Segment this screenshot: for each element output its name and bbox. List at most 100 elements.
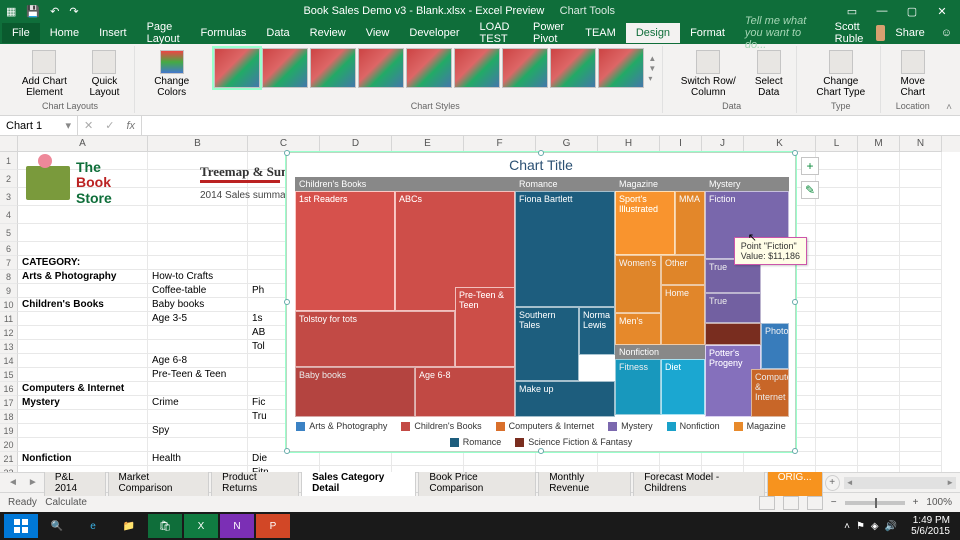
move-chart-button[interactable]: Move Chart [891, 48, 934, 100]
legend-item[interactable]: Mystery [608, 421, 653, 431]
cell[interactable] [900, 382, 942, 396]
cell[interactable] [900, 270, 942, 284]
treemap-block[interactable]: Tolstoy for tots [295, 311, 455, 367]
treemap-block[interactable]: Pre-Teen & Teen [455, 287, 515, 367]
select-data-button[interactable]: Select Data [747, 48, 790, 100]
cell[interactable] [536, 452, 598, 466]
normal-view-button[interactable] [759, 496, 775, 510]
ribbon-options-icon[interactable]: ▭ [840, 5, 864, 18]
cell[interactable]: Children's Books [18, 298, 148, 312]
cell[interactable] [536, 466, 598, 472]
cell[interactable] [148, 326, 248, 340]
cell[interactable] [900, 466, 942, 472]
col-header[interactable]: K [744, 136, 816, 152]
col-header[interactable]: N [900, 136, 942, 152]
tab-developer[interactable]: Developer [399, 23, 469, 43]
taskbar-search-icon[interactable]: 🔍 [40, 514, 74, 538]
treemap-block[interactable]: Fitness [615, 359, 661, 415]
col-header[interactable]: I [660, 136, 702, 152]
share-button[interactable]: Share [885, 23, 934, 43]
chart-style-4[interactable] [358, 48, 404, 88]
col-header[interactable]: F [464, 136, 536, 152]
cell[interactable] [816, 424, 858, 438]
treemap-block[interactable]: Women's [615, 255, 661, 313]
cell[interactable]: CATEGORY: [18, 256, 148, 270]
tab-home[interactable]: Home [40, 23, 89, 43]
cell[interactable] [816, 284, 858, 298]
table-row[interactable]: 22Fitn [0, 466, 960, 472]
cell[interactable]: Nonfiction [18, 452, 148, 466]
cell[interactable] [18, 284, 148, 298]
cell[interactable] [858, 326, 900, 340]
treemap-block[interactable]: Fiona Bartlett [515, 191, 615, 307]
cell[interactable] [900, 312, 942, 326]
cell[interactable] [816, 242, 858, 256]
quick-redo-icon[interactable]: ↷ [69, 5, 78, 18]
cell[interactable] [858, 466, 900, 472]
collapse-ribbon-icon[interactable]: ˄ [944, 46, 954, 113]
cell[interactable] [148, 382, 248, 396]
cell[interactable] [816, 354, 858, 368]
sheet-tab[interactable]: Forecast Model - Childrens [633, 469, 765, 496]
cell[interactable]: Crime [148, 396, 248, 410]
cell[interactable] [148, 340, 248, 354]
taskbar-store-icon[interactable]: 🛍 [148, 514, 182, 538]
cell[interactable] [816, 256, 858, 270]
cell[interactable]: Die [248, 452, 320, 466]
taskbar-ie-icon[interactable]: e [76, 514, 110, 538]
tab-view[interactable]: View [356, 23, 400, 43]
cell[interactable] [816, 340, 858, 354]
cell[interactable] [900, 438, 942, 452]
cell[interactable] [900, 340, 942, 354]
cell[interactable] [900, 298, 942, 312]
tab-team[interactable]: TEAM [575, 23, 626, 43]
cell[interactable] [18, 354, 148, 368]
cell[interactable] [858, 242, 900, 256]
cell[interactable] [858, 368, 900, 382]
col-header[interactable]: A [18, 136, 148, 152]
cell[interactable] [148, 410, 248, 424]
legend-item[interactable]: Computers & Internet [496, 421, 595, 431]
worksheet-grid[interactable]: A B C D E F G H I J K L M N 1234567CATEG… [0, 136, 960, 472]
cell[interactable] [816, 382, 858, 396]
cell[interactable] [392, 466, 464, 472]
cell[interactable] [858, 382, 900, 396]
cell[interactable] [858, 452, 900, 466]
new-sheet-button[interactable]: + [825, 475, 840, 491]
treemap-block[interactable]: Diet [661, 359, 705, 415]
treemap-plot-area[interactable]: Children's Books1st ReadersABCsTolstoy f… [295, 177, 787, 417]
cell[interactable] [900, 242, 942, 256]
start-button[interactable] [4, 514, 38, 538]
cell[interactable]: Health [148, 452, 248, 466]
name-box[interactable]: Chart 1 ▾ [0, 116, 78, 135]
col-header[interactable]: J [702, 136, 744, 152]
cell[interactable]: Coffee-table [148, 284, 248, 298]
tab-formulas[interactable]: Formulas [191, 23, 257, 43]
tab-file[interactable]: File [2, 23, 40, 43]
cell[interactable]: Arts & Photography [18, 270, 148, 284]
treemap-block[interactable]: Other [661, 255, 705, 285]
treemap-group-header[interactable]: Mystery [705, 177, 789, 191]
cell[interactable] [320, 466, 392, 472]
styles-down-icon[interactable]: ▼ [648, 64, 656, 73]
tab-format[interactable]: Format [680, 23, 735, 43]
cell[interactable] [858, 284, 900, 298]
formula-input[interactable] [141, 116, 960, 135]
cell[interactable] [148, 438, 248, 452]
treemap-block[interactable]: True [705, 293, 761, 323]
legend-item[interactable]: Children's Books [401, 421, 481, 431]
chart-style-8[interactable] [550, 48, 596, 88]
sheet-tab[interactable]: P&L 2014 [44, 469, 106, 496]
sheet-tab[interactable]: Monthly Revenue [538, 469, 631, 496]
col-header[interactable]: G [536, 136, 598, 152]
cell[interactable] [900, 368, 942, 382]
sheet-tab[interactable]: ORIG... [767, 469, 823, 496]
system-tray[interactable]: ˄ ⚑ ◈ 🔊 [838, 521, 903, 532]
treemap-chart[interactable]: Chart Title Children's Books1st ReadersA… [286, 152, 796, 452]
cell[interactable] [816, 438, 858, 452]
quick-save-icon[interactable]: 💾 [26, 5, 40, 18]
cell[interactable] [702, 466, 744, 472]
cell[interactable] [858, 424, 900, 438]
cell[interactable] [660, 452, 702, 466]
tab-load-test[interactable]: LOAD TEST [470, 17, 523, 49]
